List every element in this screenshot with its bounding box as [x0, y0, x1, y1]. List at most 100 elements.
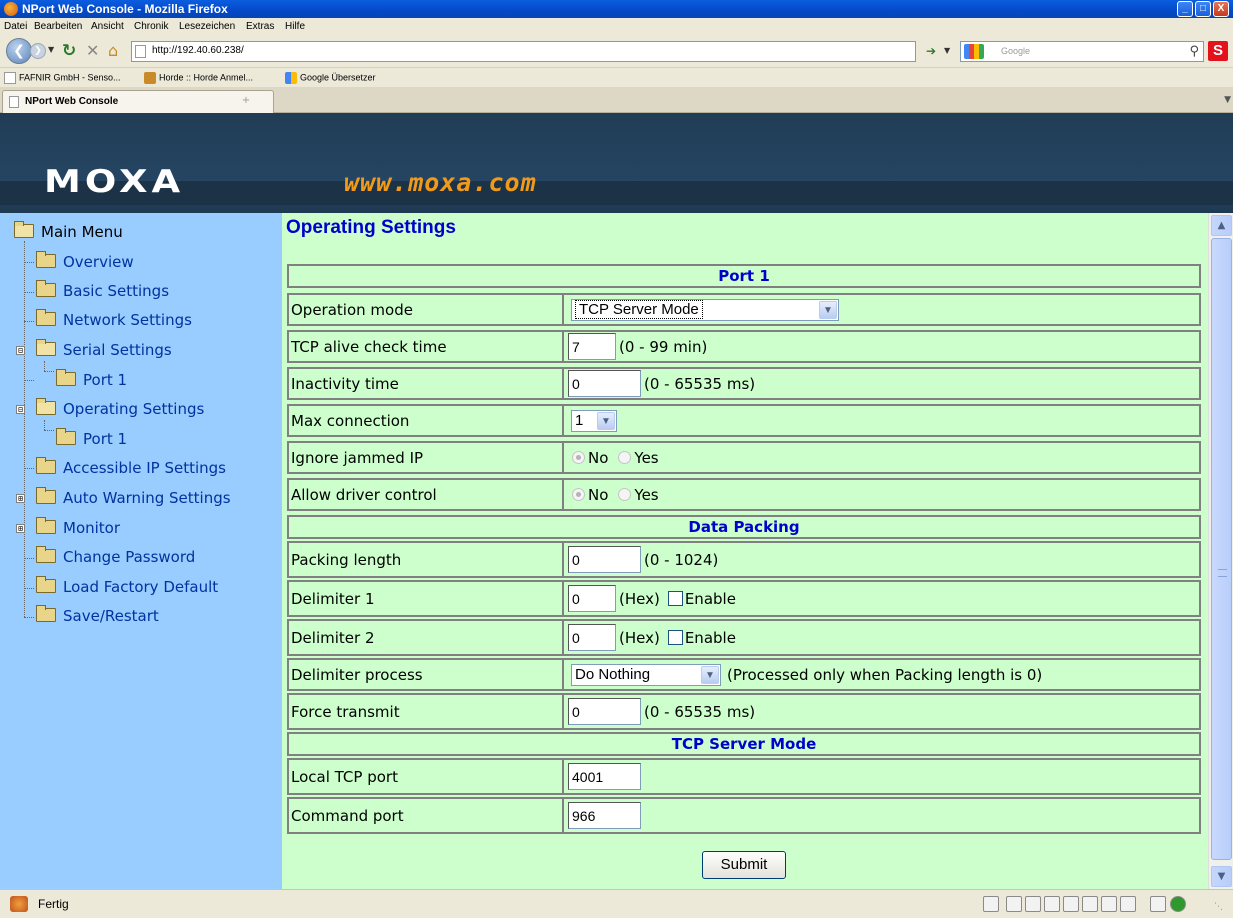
sidebar-item-serial-port-1[interactable]: Port 1 — [56, 369, 127, 393]
scroll-down-icon[interactable]: ▼ — [1211, 866, 1232, 887]
collapse-icon[interactable]: ⊟ — [16, 405, 25, 414]
bookmark-fafnir[interactable]: FAFNIR GmbH - Senso... — [4, 72, 121, 84]
menu-bearbeiten[interactable]: Bearbeiten — [34, 21, 82, 32]
allow-driver-yes-radio[interactable] — [618, 488, 632, 501]
stop-icon[interactable]: ✕ — [86, 41, 99, 60]
tree-label: Port 1 — [83, 430, 128, 448]
history-dropdown-icon[interactable]: ▼ — [48, 45, 54, 54]
home-icon[interactable]: ⌂ — [108, 41, 118, 60]
sidebar-item-accessible-ip[interactable]: Accessible IP Settings — [36, 457, 226, 481]
delimiter-1-enable-checkbox[interactable] — [667, 591, 683, 606]
sidebar-item-change-password[interactable]: Change Password — [36, 546, 196, 570]
page-icon — [4, 72, 16, 84]
window-icon[interactable] — [1101, 896, 1117, 912]
allow-driver-no-radio[interactable] — [572, 488, 585, 501]
info-icon[interactable] — [1170, 896, 1186, 912]
max-connection-select[interactable]: 1 ▼ — [571, 409, 617, 432]
expand-icon[interactable]: ⊞ — [16, 524, 25, 533]
expand-icon[interactable]: ⊞ — [16, 494, 25, 503]
command-port-input[interactable]: 966 — [568, 802, 641, 829]
reload-icon[interactable]: ↻ — [62, 41, 76, 61]
sidebar-item-save-restart[interactable]: Save/Restart — [36, 605, 159, 629]
sidebar-item-operating-settings[interactable]: Operating Settings — [36, 398, 204, 422]
field-unit: (0 - 1024) — [644, 550, 719, 569]
inactivity-input[interactable]: 0 — [568, 370, 641, 397]
tab-list-icon[interactable]: ▼ — [1224, 95, 1231, 105]
url-dropdown-icon[interactable]: ▼ — [944, 46, 950, 55]
pencil-icon[interactable] — [1006, 896, 1022, 912]
menu-extras[interactable]: Extras — [246, 21, 274, 32]
network-icon[interactable] — [1025, 896, 1041, 912]
tools-icon[interactable] — [1150, 896, 1166, 912]
menu-chronik[interactable]: Chronik — [134, 21, 168, 32]
vertical-scrollbar[interactable]: ▲ ▼ — [1208, 213, 1233, 889]
delimiter-2-input[interactable]: 0 — [568, 624, 616, 651]
new-tab-icon[interactable]: + — [239, 95, 253, 109]
refresh-icon[interactable] — [1082, 896, 1098, 912]
bookmark-google-translate[interactable]: Google Übersetzer — [285, 72, 376, 84]
sidebar-item-load-factory-default[interactable]: Load Factory Default — [36, 576, 218, 600]
submit-button[interactable]: Submit — [702, 851, 786, 879]
save-icon[interactable] — [1044, 896, 1060, 912]
field-label: Allow driver control — [289, 480, 564, 509]
search-engine-icon[interactable] — [964, 44, 984, 59]
search-icon[interactable]: ⚲ — [1189, 44, 1199, 59]
url-text[interactable]: http://192.40.60.238/ — [152, 45, 244, 56]
maximize-button[interactable]: □ — [1195, 1, 1211, 17]
menu-hilfe[interactable]: Hilfe — [285, 21, 305, 32]
menu-lesezeichen[interactable]: Lesezeichen — [179, 21, 235, 32]
packing-length-input[interactable]: 0 — [568, 546, 641, 573]
delimiter-1-input[interactable]: 0 — [568, 585, 616, 612]
chevron-down-icon[interactable]: ▼ — [701, 665, 719, 684]
forward-arrow-icon[interactable]: ❯ — [30, 43, 46, 59]
menu-ansicht[interactable]: Ansicht — [91, 21, 124, 32]
sidebar-item-network-settings[interactable]: Network Settings — [36, 309, 192, 333]
page-icon — [9, 96, 19, 108]
main-menu-root[interactable]: Main Menu — [14, 221, 123, 245]
resize-grip-icon[interactable]: ⋱ — [1214, 902, 1223, 912]
ignore-jammed-no-radio[interactable] — [572, 451, 585, 464]
local-tcp-port-input[interactable]: 4001 — [568, 763, 641, 790]
extension-s-icon[interactable]: S — [1208, 41, 1228, 61]
tab-nport[interactable]: NPort Web Console + — [2, 90, 274, 113]
scroll-up-icon[interactable]: ▲ — [1211, 215, 1232, 236]
go-arrow-icon[interactable]: ➔ — [926, 44, 936, 58]
delimiter-2-enable-checkbox[interactable] — [667, 630, 683, 645]
print-icon[interactable] — [1063, 896, 1079, 912]
back-arrow-icon[interactable]: ❮ — [6, 38, 32, 64]
close-button[interactable]: X — [1213, 1, 1229, 17]
field-label: Packing length — [289, 543, 564, 576]
sidebar-item-monitor[interactable]: Monitor — [36, 517, 120, 541]
tree-label: Change Password — [63, 548, 196, 566]
sidebar-item-operating-port-1[interactable]: Port 1 — [56, 428, 128, 452]
force-transmit-input[interactable]: 0 — [568, 698, 641, 725]
checkbox-label: Enable — [684, 589, 736, 608]
sidebar-item-overview[interactable]: Overview — [36, 251, 134, 275]
url-bar[interactable]: http://192.40.60.238/ — [131, 41, 916, 62]
menu-datei[interactable]: Datei — [4, 21, 27, 32]
radio-label: Yes — [634, 448, 659, 467]
sidebar-item-auto-warning[interactable]: Auto Warning Settings — [36, 487, 231, 511]
chevron-down-icon[interactable]: ▼ — [819, 300, 837, 319]
page-icon[interactable] — [983, 896, 999, 912]
field-label: Operation mode — [289, 295, 564, 324]
row-force-transmit: Force transmit 0 (0 - 65535 ms) — [287, 693, 1201, 730]
sidebar-item-basic-settings[interactable]: Basic Settings — [36, 280, 169, 304]
page-icon — [135, 45, 146, 58]
collapse-icon[interactable]: ⊟ — [16, 346, 25, 355]
delimiter-process-select[interactable]: Do Nothing ▼ — [571, 663, 721, 686]
sidebar-item-serial-settings[interactable]: Serial Settings — [36, 339, 172, 363]
chart-icon[interactable] — [1120, 896, 1136, 912]
operation-mode-select[interactable]: TCP Server Mode ▼ — [571, 298, 839, 321]
minimize-button[interactable]: _ — [1177, 1, 1193, 17]
bookmark-horde[interactable]: Horde :: Horde Anmel... — [144, 72, 253, 84]
scroll-thumb[interactable] — [1211, 238, 1232, 860]
search-bar[interactable]: Google ⚲ — [960, 41, 1204, 62]
search-placeholder[interactable]: Google — [1001, 46, 1030, 56]
tree-line — [24, 380, 34, 381]
tcp-alive-input[interactable]: 7 — [568, 333, 616, 360]
field-unit: (Hex) — [619, 628, 660, 647]
chevron-down-icon[interactable]: ▼ — [597, 411, 615, 430]
row-packing-length: Packing length 0 (0 - 1024) — [287, 541, 1201, 578]
ignore-jammed-yes-radio[interactable] — [618, 451, 632, 464]
